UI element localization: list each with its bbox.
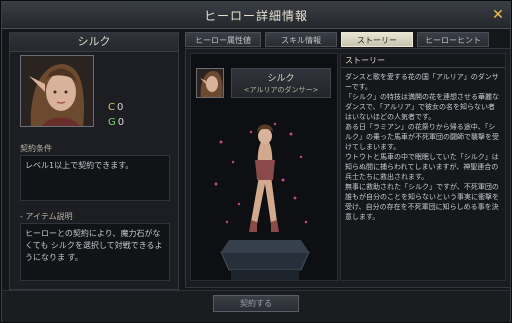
hero-3d-model-icon [214,122,310,280]
hero-summary-panel: シルク C0 G0 契約条件 レベル1以上で契約できます。 - アイテム説明 ヒ… [9,32,179,290]
tab-skill-info[interactable]: スキル情報 [265,32,337,47]
story-panel: ストーリー ダンスと歌を愛する花の国「アルリア」のダンサーです。 「シルク」の特… [340,53,506,281]
hero-name-plate: シルク <アルリアのダンサー> [231,68,331,98]
tab-hero-hints[interactable]: ヒーローヒント [417,32,489,47]
window-title: ヒーロー詳細情報 [203,9,308,23]
elf-portrait-icon [21,56,93,126]
tab-bar: ヒーロー属性値 スキル情報 ストーリー ヒーローヒント [185,32,511,47]
close-icon: ✕ [492,7,504,23]
story-text: ダンスと歌を愛する花の国「アルリア」のダンサーです。 「シルク」の特技は満開の花… [345,73,499,221]
contract-label: 契約条件 [20,144,52,153]
contract-text: レベル1以上で契約できます。 [20,155,170,201]
currency-c: C0 [108,102,123,114]
hero-portrait [20,55,94,127]
title-bar[interactable]: ヒーロー詳細情報 ✕ [2,2,510,29]
currency-g-value: 0 [117,117,125,128]
hero-detail-window: ヒーロー詳細情報 ✕ シルク C0 G0 契約条件 レベル1以上で契約できます。… [1,1,511,322]
elf-face-icon [197,69,223,97]
item-label: - アイテム説明 [20,212,73,221]
story-header: ストーリー [341,54,505,68]
model-hero-title: <アルリアのダンサー> [243,86,319,94]
detail-panel: シルク <アルリアのダンサー> ストーリー ダンスと歌を愛する花の国「アルリア」… [185,48,511,288]
hero-small-portrait [196,68,224,98]
contract-button[interactable]: 契約する [213,295,299,312]
hero-name: シルク [10,33,178,52]
item-text: ヒーローとの契約により、魔力石がなくても シルクを選択して対戦できるようになりま… [20,223,170,281]
currency-g: G0 [108,117,124,129]
coin-c-icon: C [108,102,115,113]
model-hero-name: シルク [267,74,295,84]
tab-story[interactable]: ストーリー [341,32,413,47]
hero-model-view[interactable]: シルク <アルリアのダンサー> [190,53,338,281]
tab-hero-attributes[interactable]: ヒーロー属性値 [185,32,261,47]
coin-g-icon: G [108,117,116,128]
currency-c-value: 0 [116,102,124,113]
close-button[interactable]: ✕ [490,7,506,23]
